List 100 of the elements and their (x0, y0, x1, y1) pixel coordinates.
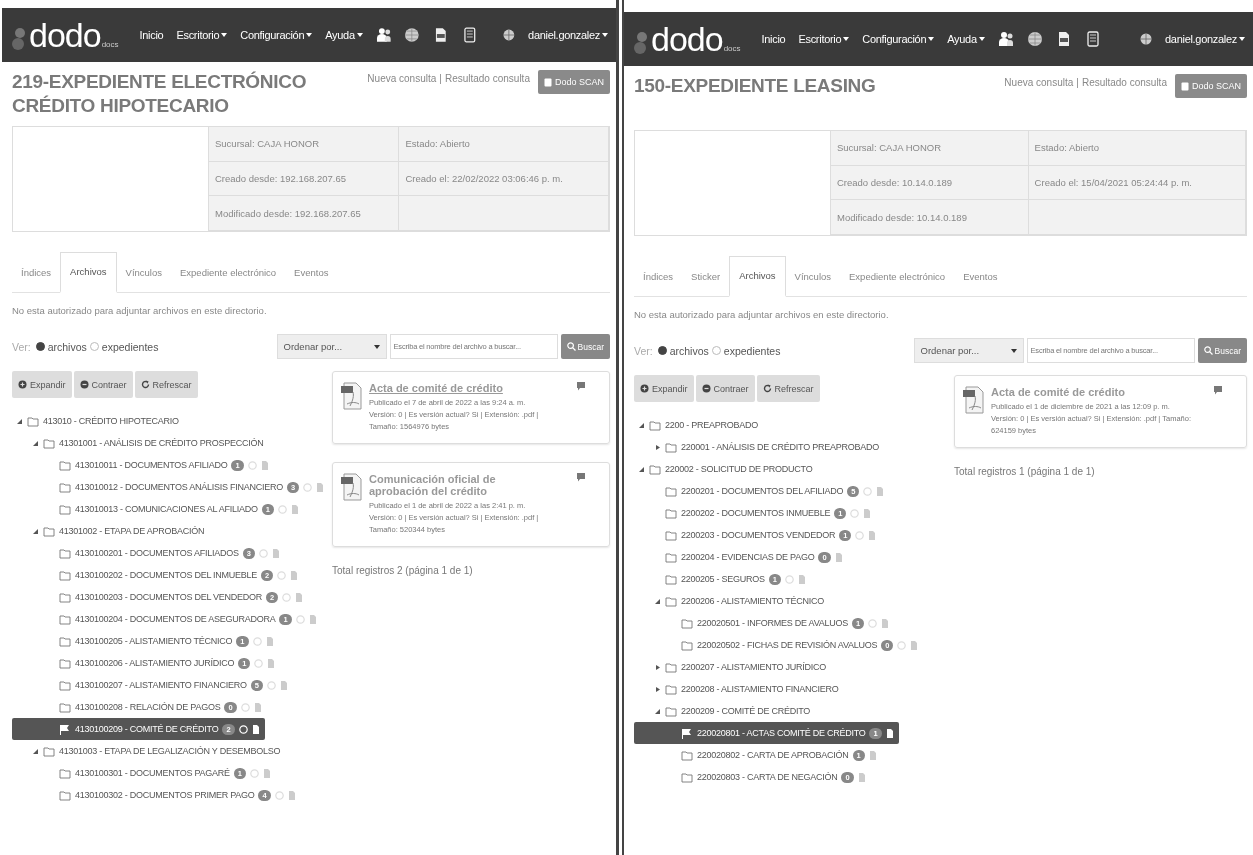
tree-item-label[interactable]: 2200203 - DOCUMENTOS VENDEDOR (681, 530, 836, 540)
caret-icon (1239, 37, 1245, 41)
user-menu[interactable]: daniel.gonzalez (528, 29, 608, 41)
tab[interactable]: Vínculos (785, 258, 841, 296)
file-icon (868, 749, 877, 761)
nav-menu-item[interactable]: Ayuda (947, 33, 985, 45)
tree-item-label[interactable]: 4130100301 - DOCUMENTOS PAGARÉ (75, 768, 230, 778)
tab[interactable]: Expediente electrónico (171, 254, 286, 292)
tree-item-label[interactable]: 413010 - CRÉDITO HIPOTECARIO (43, 416, 179, 426)
radio-button[interactable] (35, 342, 45, 351)
collapse-button[interactable]: Contraer (695, 375, 755, 402)
tree-item-label[interactable]: 220020502 - FICHAS DE REVISIÓN AVALUOS (697, 640, 878, 650)
tree-item-label[interactable]: 41301003 - ETAPA DE LEGALIZACIÓN Y DESEMBOLSO (59, 746, 281, 756)
tab[interactable]: Eventos (285, 254, 338, 292)
tree-item-label[interactable]: 4130100203 - DOCUMENTOS DEL VENDEDOR (75, 592, 263, 602)
tree-item-label[interactable]: 4130100208 - RELACIÓN DE PAGOS (75, 702, 221, 712)
globe-icon[interactable] (1026, 31, 1043, 47)
nav-menu-item[interactable]: Inicio (761, 33, 786, 45)
tree-item-label[interactable]: 2200204 - EVIDENCIAS DE PAGO (681, 552, 815, 562)
tree-item-label[interactable]: 220020802 - CARTA DE APROBACIÓN (697, 750, 849, 760)
tree-item-label[interactable]: 220001 - ANÁLISIS DE CRÉDITO PREAPROBADO (681, 442, 879, 452)
file-icon (265, 635, 274, 647)
user-menu[interactable]: daniel.gonzalez (1165, 33, 1245, 45)
tree-item-label[interactable]: 4130100207 - ALISTAMIENTO FINANCIERO (75, 680, 247, 690)
radio-button[interactable] (711, 346, 721, 355)
query-link[interactable]: Nueva consulta (367, 73, 437, 84)
radio-label[interactable]: archivos (669, 344, 709, 357)
phone-icon[interactable] (461, 27, 478, 43)
search-button[interactable]: Buscar (1197, 338, 1247, 363)
nav-menu-item[interactable]: Escritorio (798, 33, 850, 45)
refresh-button[interactable]: Refrescar (756, 375, 820, 402)
page-title: 219-EXPEDIENTE ELECTRÓNICO CRÉDITO HIPOTECARIO (12, 70, 308, 118)
tree-item-label[interactable]: 4130100202 - DOCUMENTOS DEL INMUEBLE (75, 570, 258, 580)
tree-item-label[interactable]: 2200206 - ALISTAMIENTO TÉCNICO (681, 596, 825, 606)
radio-label[interactable]: archivos (47, 340, 87, 353)
tree-item-label[interactable]: 2200207 - ALISTAMIENTO JURÍDICO (681, 662, 826, 672)
file-icon (316, 481, 325, 493)
tree-item-label[interactable]: 4130100302 - DOCUMENTOS PRIMER PAGO (75, 790, 255, 800)
tree-item-label[interactable]: 2200 - PREAPROBADO (665, 420, 759, 430)
users-icon[interactable] (375, 27, 392, 43)
nav-menu-item[interactable]: Inicio (139, 29, 164, 41)
query-link[interactable]: Nueva consulta (1004, 77, 1074, 88)
tree-item-label[interactable]: 4130100205 - ALISTAMIENTO TÉCNICO (75, 636, 233, 646)
tree-item-label[interactable]: 2200208 - ALISTAMIENTO FINANCIERO (681, 684, 839, 694)
sort-dropdown[interactable]: Ordenar por... (276, 334, 387, 359)
expand-button[interactable]: Expandir (12, 371, 72, 398)
phone-icon[interactable] (1084, 31, 1101, 47)
tree-item-label[interactable]: 413010011 - DOCUMENTOS AFILIADO (75, 460, 228, 470)
folder-icon (59, 613, 71, 625)
tree-item-label[interactable]: 2200209 - COMITÉ DE CRÉDITO (681, 706, 811, 716)
tab[interactable]: Archivos (60, 252, 117, 293)
globe-icon (503, 29, 516, 41)
tab[interactable]: Índices (634, 258, 683, 296)
radio-button[interactable] (657, 346, 667, 355)
folder-icon (59, 547, 71, 559)
radio-label[interactable]: expedientes (723, 344, 781, 357)
tree-item-label[interactable]: 220020803 - CARTA DE NEGACIÓN (697, 772, 838, 782)
tree-item-label[interactable]: 220020801 - ACTAS COMITÉ DE CRÉDITO (697, 728, 866, 738)
radio-label[interactable]: expedientes (101, 340, 159, 353)
radio-button[interactable] (89, 342, 99, 351)
tree-item-label[interactable]: 4130100204 - DOCUMENTOS DE ASEGURADORA (75, 614, 276, 624)
comment-icon (1214, 386, 1222, 395)
tree-item-label[interactable]: 2200205 - SEGUROS (681, 574, 765, 584)
collapse-button[interactable]: Contraer (73, 371, 133, 398)
tree-item-label[interactable]: 2200202 - DOCUMENTOS INMUEBLE (681, 508, 831, 518)
tree-item-label[interactable]: 413010013 - COMUNICACIONES AL AFILIADO (75, 504, 258, 514)
tree-item-label[interactable]: 4130100206 - ALISTAMIENTO JURÍDICO (75, 658, 235, 668)
refresh-button[interactable]: Refrescar (134, 371, 198, 398)
file-icon (279, 679, 288, 691)
tab[interactable]: Expediente electrónico (840, 258, 955, 296)
query-link[interactable]: Resultado consulta (444, 73, 530, 84)
nav-menu-item[interactable]: Ayuda (325, 29, 363, 41)
users-icon[interactable] (997, 31, 1014, 47)
tree-item-label[interactable]: 41301002 - ETAPA DE APROBACIÓN (59, 526, 205, 536)
tab[interactable]: Eventos (954, 258, 1007, 296)
search-button[interactable]: Buscar (560, 334, 610, 359)
nav-menu-item[interactable]: Escritorio (176, 29, 228, 41)
tree-item-label[interactable]: 220020501 - INFORMES DE AVALUOS (697, 618, 848, 628)
globe-icon[interactable] (404, 27, 421, 43)
nav-menu-item[interactable]: Configuración (240, 29, 313, 41)
tab[interactable]: Archivos (729, 256, 786, 297)
tab[interactable]: Sticker (682, 258, 730, 296)
sort-dropdown[interactable]: Ordenar por... (913, 338, 1024, 363)
logo-text[interactable]: dodo (651, 22, 723, 56)
tree-item-label[interactable]: 2200201 - DOCUMENTOS DEL AFILIADO (681, 486, 844, 496)
tree-item-label[interactable]: 413010012 - DOCUMENTOS ANÁLISIS FINANCIERO (75, 482, 283, 492)
query-link[interactable]: Resultado consulta (1081, 77, 1167, 88)
file-icon (881, 617, 890, 629)
tree-item-label[interactable]: 220002 - SOLICITUD DE PRODUCTO (665, 464, 813, 474)
nav-menu-item[interactable]: Configuración (862, 33, 935, 45)
file-icon (271, 547, 280, 559)
document-icon[interactable] (433, 27, 449, 43)
tree-item-label[interactable]: 41301001 - ANÁLISIS DE CRÉDITO PROSPECCIÓN (59, 438, 264, 448)
logo-text[interactable]: dodo (29, 18, 101, 52)
tab[interactable]: Vínculos (116, 254, 171, 292)
tree-item-label[interactable]: 4130100209 - COMITÉ DE CRÉDITO (75, 724, 219, 734)
expand-button[interactable]: Expandir (634, 375, 694, 402)
dropdown-caret-icon (373, 344, 380, 349)
tree-item-label[interactable]: 4130100201 - DOCUMENTOS AFILIADOS (75, 548, 239, 558)
tab[interactable]: Índices (12, 254, 61, 292)
